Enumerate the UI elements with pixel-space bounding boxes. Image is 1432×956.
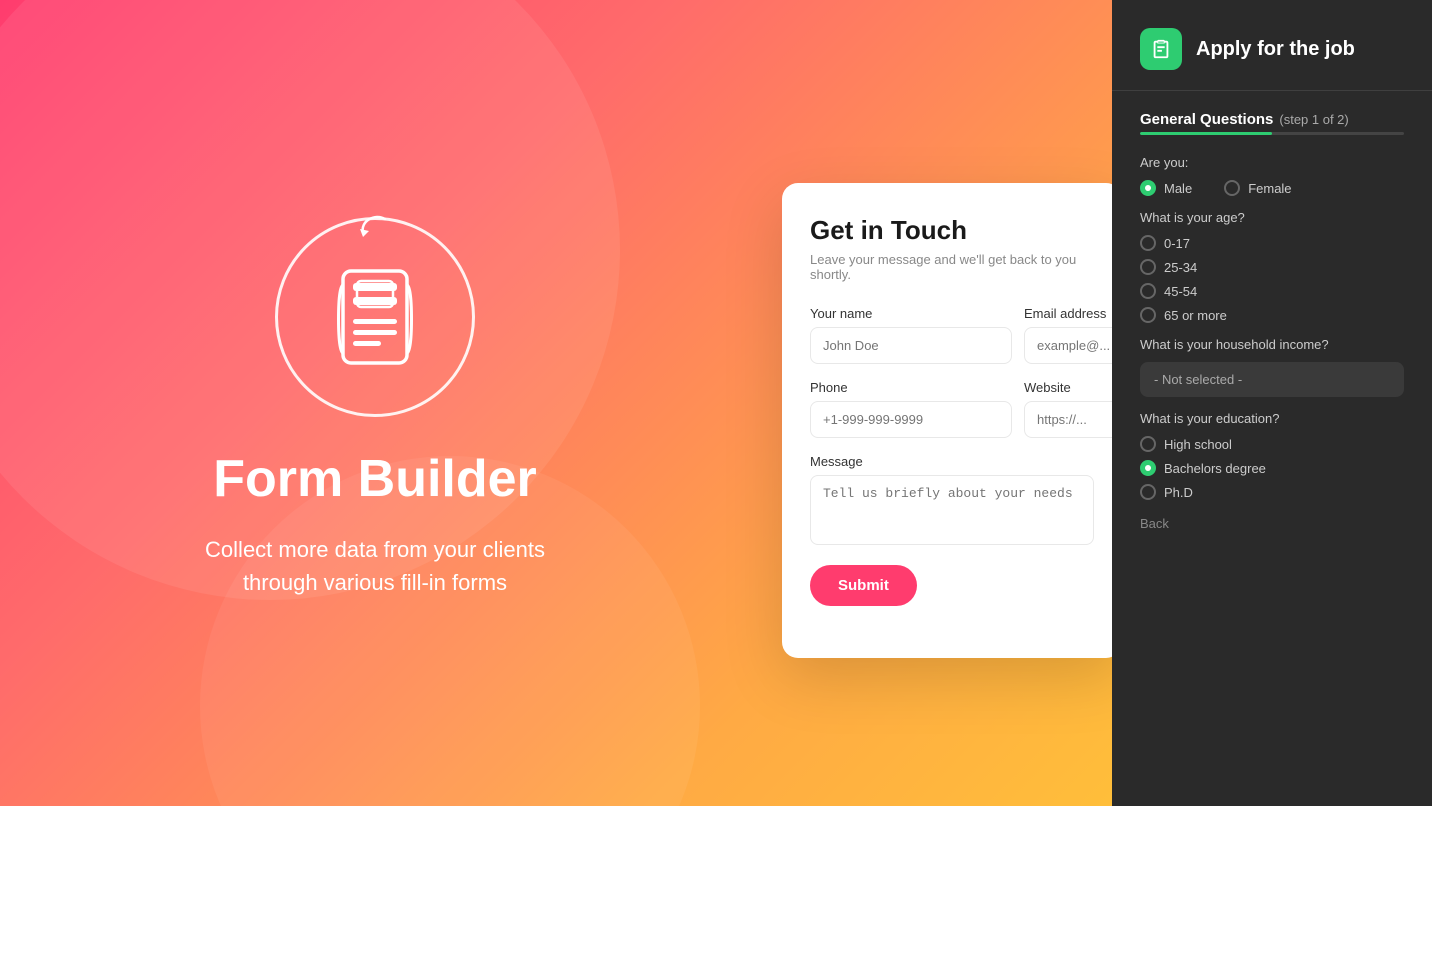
contact-form-title: Get in Touch [810,215,1094,246]
gender-male-label: Male [1164,181,1192,196]
education-question-label: What is your education? [1140,411,1404,426]
gender-question-label: Are you: [1140,155,1404,170]
your-name-input[interactable] [810,327,1012,364]
hero-icon-wrapper [265,207,485,427]
education-highschool-label: High school [1164,437,1232,452]
age-45-54-radio[interactable] [1140,283,1156,299]
submit-button[interactable]: Submit [810,565,917,606]
hero-form-icon [335,267,415,367]
clipboard-icon [1150,38,1172,60]
hero-arrow-icon [355,211,395,251]
form-row-phone-website: Phone Website [810,380,1094,438]
your-name-label: Your name [810,306,1012,321]
gender-female-radio[interactable] [1224,180,1240,196]
gender-female-label: Female [1248,181,1291,196]
income-question-label: What is your household income? [1140,337,1404,352]
panel-icon [1140,28,1182,70]
age-0-17-radio[interactable] [1140,235,1156,251]
age-25-34-radio[interactable] [1140,259,1156,275]
gender-male-radio[interactable] [1140,180,1156,196]
message-group: Message [810,454,1094,545]
panel-content: General Questions (step 1 of 2) Are you:… [1112,91,1432,553]
section-header: General Questions (step 1 of 2) [1140,111,1404,128]
your-name-group: Your name [810,306,1012,364]
age-65plus-label: 65 or more [1164,308,1227,323]
age-65plus-option[interactable]: 65 or more [1140,307,1404,323]
education-phd-option[interactable]: Ph.D [1140,484,1404,500]
age-25-34-option[interactable]: 25-34 [1140,259,1404,275]
contact-form-subtitle: Leave your message and we'll get back to… [810,252,1094,282]
apply-panel: Apply for the job General Questions (ste… [1112,0,1432,806]
education-highschool-radio[interactable] [1140,436,1156,452]
phone-group: Phone [810,380,1012,438]
progress-fill [1140,132,1272,135]
panel-header: Apply for the job [1112,0,1432,91]
age-0-17-label: 0-17 [1164,236,1190,251]
education-bachelors-label: Bachelors degree [1164,461,1266,476]
section-step: (step 1 of 2) [1279,112,1348,127]
phone-label: Phone [810,380,1012,395]
section-title: General Questions [1140,111,1273,128]
age-options: 0-17 25-34 45-54 65 or more [1140,235,1404,323]
progress-bar [1140,132,1404,135]
message-label: Message [810,454,1094,469]
education-options: High school Bachelors degree Ph.D [1140,436,1404,500]
back-button[interactable]: Back [1140,516,1169,531]
age-45-54-option[interactable]: 45-54 [1140,283,1404,299]
education-bachelors-radio[interactable] [1140,460,1156,476]
age-0-17-option[interactable]: 0-17 [1140,235,1404,251]
education-bachelors-option[interactable]: Bachelors degree [1140,460,1404,476]
education-highschool-option[interactable]: High school [1140,436,1404,452]
form-row-name-email: Your name Email address [810,306,1094,364]
message-textarea[interactable] [810,475,1094,545]
gender-female-option[interactable]: Female [1224,180,1291,196]
age-25-34-label: 25-34 [1164,260,1197,275]
hero-subtitle: Collect more data from your clients thro… [205,533,545,599]
age-question-label: What is your age? [1140,210,1404,225]
panel-title: Apply for the job [1196,38,1355,61]
age-65plus-radio[interactable] [1140,307,1156,323]
education-phd-label: Ph.D [1164,485,1193,500]
hero-section: Form Builder Collect more data from your… [0,0,750,806]
contact-form-card: Get in Touch Leave your message and we'l… [782,183,1122,658]
education-phd-radio[interactable] [1140,484,1156,500]
age-45-54-label: 45-54 [1164,284,1197,299]
income-dropdown[interactable]: - Not selected - [1140,362,1404,397]
phone-input[interactable] [810,401,1012,438]
gender-male-option[interactable]: Male [1140,180,1192,196]
gender-options: Male Female [1140,180,1404,196]
hero-title: Form Builder [213,451,537,508]
